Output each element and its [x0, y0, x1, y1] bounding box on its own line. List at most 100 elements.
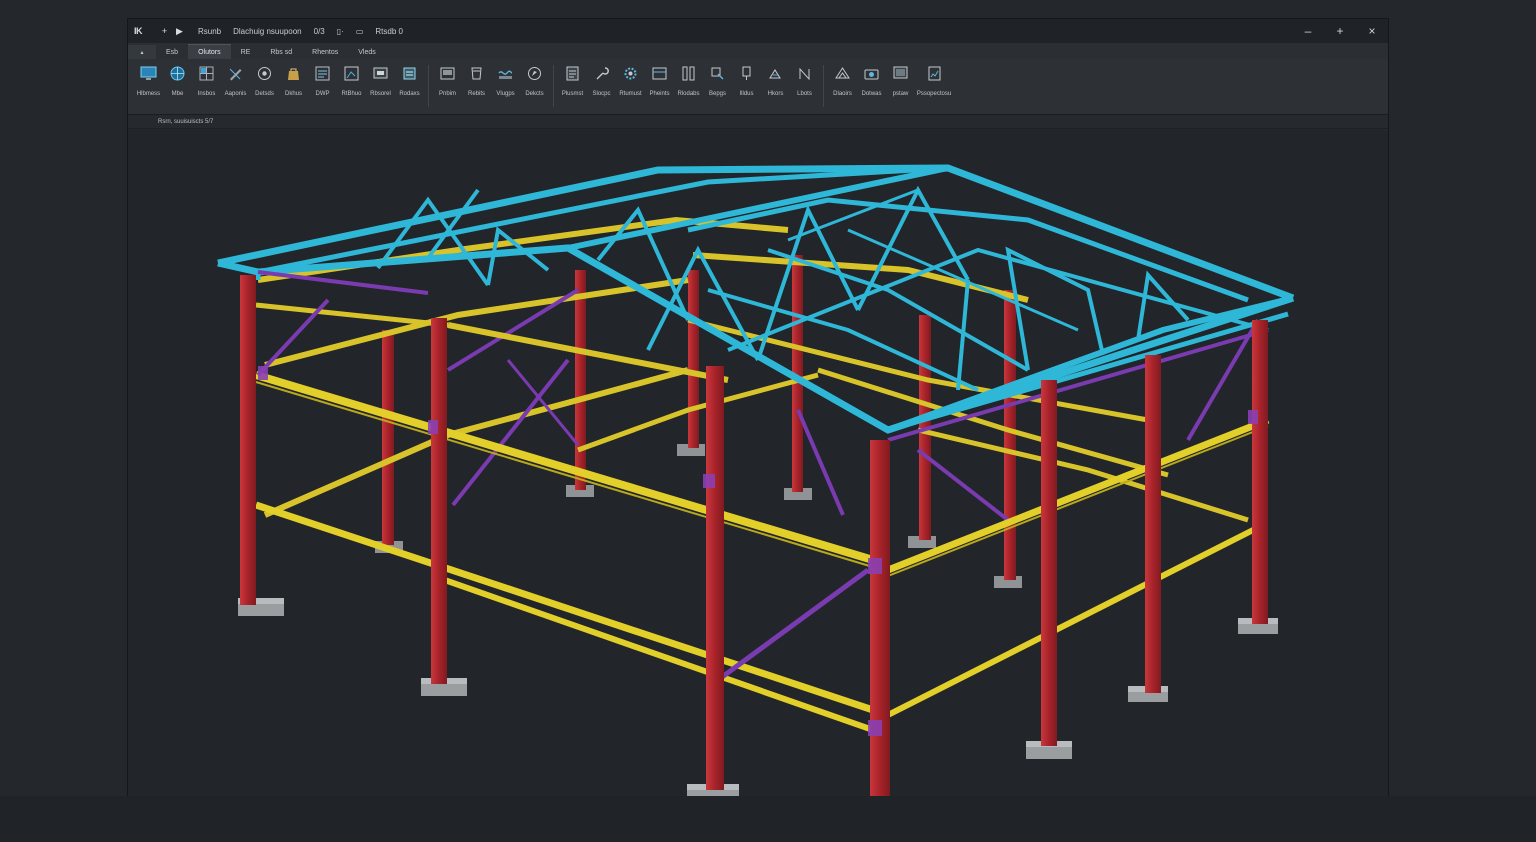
- tool-button[interactable]: Plusmst: [558, 65, 587, 115]
- tool-label: Slocpc: [592, 91, 611, 97]
- tool-label: Dlaoirs: [833, 91, 852, 97]
- tool-label: Pssopectosu: [916, 91, 952, 97]
- model-viewport[interactable]: [128, 130, 1388, 796]
- tool-button[interactable]: Aaponis: [221, 65, 250, 115]
- tab-rbs-sd[interactable]: Rbs sd: [260, 45, 302, 59]
- tool-label: RtBhuo: [341, 91, 362, 97]
- report-icon: [926, 65, 943, 82]
- tab-vleds[interactable]: Vleds: [348, 45, 386, 59]
- tab-home[interactable]: ▴: [128, 45, 156, 59]
- app-logo: IK: [134, 26, 143, 36]
- doc-icon: [564, 65, 581, 82]
- cup-icon: [468, 65, 485, 82]
- tab-esb[interactable]: Esb: [156, 45, 188, 59]
- bag-icon: [285, 65, 302, 82]
- tab-rhentos[interactable]: Rhentos: [302, 45, 348, 59]
- brace-icon: [796, 65, 813, 82]
- tool-label: Mbe: [171, 91, 184, 97]
- tool-button[interactable]: pstaw: [886, 65, 915, 115]
- title-item[interactable]: Rsunb: [198, 27, 221, 36]
- tool-label: Rebits: [467, 91, 485, 97]
- tool-button[interactable]: Dotwas: [857, 65, 886, 115]
- wave-icon: [497, 65, 514, 82]
- monitor-icon: [140, 65, 157, 82]
- tool-label: Dekcts: [525, 91, 544, 97]
- tool-button[interactable]: Rbsorel: [366, 65, 395, 115]
- tool-button[interactable]: Slocpc: [587, 65, 616, 115]
- board-icon: [372, 65, 389, 82]
- tool-label: Bepgs: [708, 91, 726, 97]
- screen-icon: [892, 65, 909, 82]
- tool-button[interactable]: Hlbmess: [134, 65, 163, 115]
- camera-icon: [863, 65, 880, 82]
- chevron-down-icon: ▴: [140, 49, 144, 56]
- tool-label: Rtumust: [619, 91, 642, 97]
- title-bar: IK + ▶ Rsunb Dlachuig nsuupoon 0/3 ▯· ▭ …: [128, 19, 1388, 43]
- tool-button[interactable]: Rtumust: [616, 65, 645, 115]
- tool-button[interactable]: Rlodabs: [674, 65, 703, 115]
- tool-label: Detsds: [255, 91, 274, 97]
- connect-icon: [709, 65, 726, 82]
- status-line: Rsrn, suuisuiscts 5/7: [128, 115, 1388, 129]
- close-button[interactable]: ×: [1356, 19, 1388, 43]
- tool-button[interactable]: Insbos: [192, 65, 221, 115]
- tool-button[interactable]: RtBhuo: [337, 65, 366, 115]
- ribbon-separator: [823, 65, 824, 107]
- truss-icon: [834, 65, 851, 82]
- bolt-icon: [738, 65, 755, 82]
- window-icon: [439, 65, 456, 82]
- tool-label: DWP: [315, 91, 330, 97]
- columns-icon: [680, 65, 697, 82]
- column: [575, 270, 586, 490]
- tool-button[interactable]: Dekcts: [520, 65, 549, 115]
- pencil-icon: [227, 65, 244, 82]
- tool-button[interactable]: Detsds: [250, 65, 279, 115]
- tool-button[interactable]: Rodaxs: [395, 65, 424, 115]
- title-item: Dlachuig nsuupoon: [233, 26, 302, 36]
- trash-icon[interactable]: ▯·: [337, 27, 344, 36]
- quick-add-button[interactable]: +: [160, 26, 169, 36]
- tab-re[interactable]: RE: [231, 45, 261, 59]
- column: [688, 270, 699, 448]
- back-structure: [257, 216, 1249, 588]
- tool-button[interactable]: Rebits: [462, 65, 491, 115]
- chat-icon[interactable]: ▭: [356, 27, 364, 36]
- tool-label: Vlugps: [496, 91, 515, 97]
- ribbon-separator: [428, 65, 429, 107]
- quick-run-button[interactable]: ▶: [175, 26, 184, 36]
- ribbon-toolbar: Hlbmess Mbe Insbos Aaponis Detsds Dkhus …: [128, 59, 1388, 115]
- tool-button[interactable]: Mbe: [163, 65, 192, 115]
- tool-button[interactable]: Vlugps: [491, 65, 520, 115]
- tool-label: pstaw: [892, 91, 909, 97]
- weld-icon: [767, 65, 784, 82]
- desktop-background: [0, 796, 1536, 842]
- target-icon: [256, 65, 273, 82]
- tool-button[interactable]: Illdus: [732, 65, 761, 115]
- tool-button[interactable]: Pheints: [645, 65, 674, 115]
- minimize-button[interactable]: –: [1292, 19, 1324, 43]
- maximize-button[interactable]: +: [1324, 19, 1356, 43]
- tool-label: Rbsorel: [370, 91, 391, 97]
- tool-button[interactable]: Bepgs: [703, 65, 732, 115]
- compass-icon: [526, 65, 543, 82]
- tool-label: Dkhus: [284, 91, 302, 97]
- tool-button[interactable]: DWP: [308, 65, 337, 115]
- ribbon-tabs: ▴ Esb Olutors RE Rbs sd Rhentos Vleds: [128, 43, 1388, 59]
- tool-label: Insbos: [197, 91, 216, 97]
- tool-button[interactable]: Dlaoirs: [828, 65, 857, 115]
- tool-button[interactable]: Lbots: [790, 65, 819, 115]
- grid-icon: [198, 65, 215, 82]
- tool-button[interactable]: Pssopectosu: [915, 65, 953, 115]
- window-controls: – + ×: [1292, 19, 1388, 43]
- structure-model[interactable]: [128, 130, 1388, 796]
- tool-label: Pnbim: [438, 91, 456, 97]
- tool-label: Rlodabs: [677, 91, 700, 97]
- tool-label: Rodaxs: [399, 91, 420, 97]
- column: [1004, 290, 1016, 580]
- tool-button[interactable]: Hkors: [761, 65, 790, 115]
- tab-olutors[interactable]: Olutors: [188, 44, 231, 59]
- tool-label: Aaponis: [224, 91, 247, 97]
- tool-label: Lbots: [797, 91, 812, 97]
- tool-button[interactable]: Pnbim: [433, 65, 462, 115]
- tool-button[interactable]: Dkhus: [279, 65, 308, 115]
